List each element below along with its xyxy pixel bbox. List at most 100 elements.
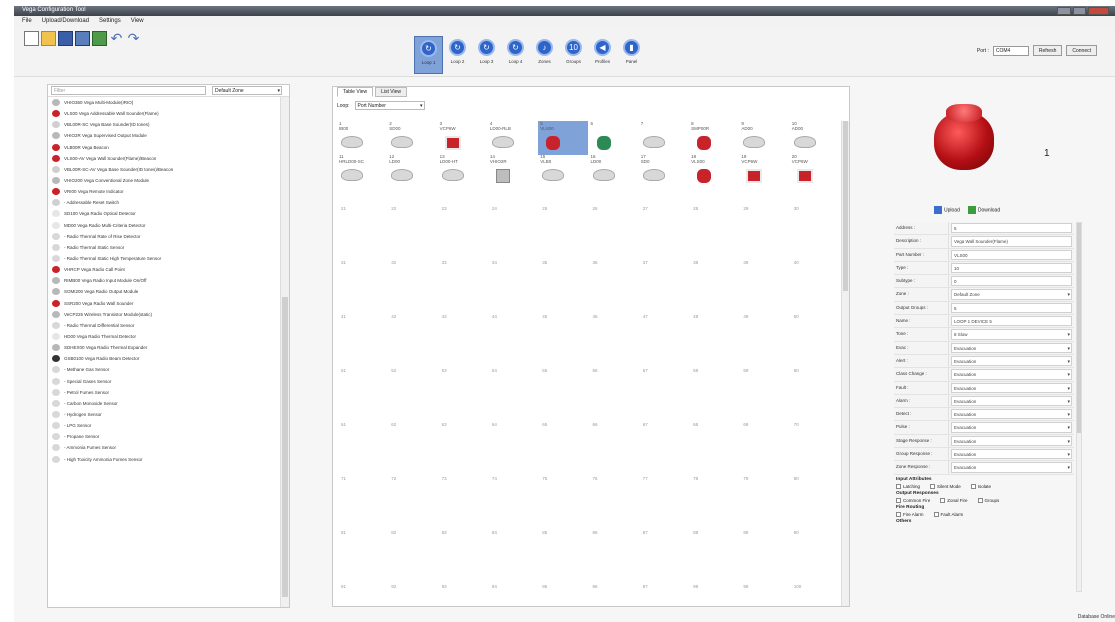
property-value[interactable]: Evacuation: [951, 422, 1072, 434]
checkbox-option[interactable]: Latching: [896, 483, 920, 489]
device-list-item[interactable]: MD00 Vega Radio Multi-Criteria Detector: [48, 220, 280, 231]
empty-slot-address[interactable]: 83: [442, 530, 447, 535]
property-value[interactable]: Evacuation: [951, 342, 1072, 354]
empty-slot-address[interactable]: 94: [492, 584, 497, 589]
empty-slot-address[interactable]: 48: [693, 314, 698, 319]
library-scrollbar[interactable]: [280, 97, 289, 607]
loop-button-7[interactable]: ◀ Profiles: [588, 36, 617, 74]
property-value[interactable]: Evacuation: [951, 382, 1072, 394]
checkbox[interactable]: [896, 497, 901, 503]
device-list-item[interactable]: - Radio Thermal Static Sensor: [48, 242, 280, 253]
empty-slot-address[interactable]: 81: [341, 530, 346, 535]
loop-button-6[interactable]: 10 Groups: [559, 36, 588, 74]
empty-slot-address[interactable]: 98: [693, 584, 698, 589]
filter-input[interactable]: Filter: [51, 86, 206, 95]
device-slot[interactable]: 1 IB00: [337, 121, 387, 155]
empty-slot-address[interactable]: 69: [743, 422, 748, 427]
empty-slot-address[interactable]: 66: [593, 422, 598, 427]
device-slot[interactable]: 13 LD00-HT: [438, 154, 488, 188]
property-value[interactable]: 0: [951, 276, 1072, 287]
device-slot[interactable]: 18 VLS00: [689, 154, 739, 188]
checkbox[interactable]: [970, 483, 976, 489]
checkbox[interactable]: [940, 497, 946, 503]
empty-slot-address[interactable]: 50: [794, 314, 799, 319]
empty-slot-address[interactable]: 90: [794, 530, 799, 535]
device-list-item[interactable]: VHIO360 Vega Multi-Module(IRIO): [48, 97, 280, 108]
empty-slot-address[interactable]: 60: [794, 368, 799, 373]
checkbox-option[interactable]: Silent Mode: [930, 483, 961, 489]
device-list-item[interactable]: - Radio Thermal Differential Sensor: [48, 320, 280, 331]
undo-icon[interactable]: ↶: [109, 31, 124, 46]
empty-slot-address[interactable]: 46: [593, 314, 598, 319]
device-slot[interactable]: 6: [589, 121, 639, 155]
empty-slot-address[interactable]: 23: [442, 206, 447, 211]
empty-slot-address[interactable]: 97: [643, 584, 648, 589]
empty-slot-address[interactable]: 57: [643, 368, 648, 373]
upload-button[interactable]: Upload: [934, 206, 960, 214]
device-list-item[interactable]: - High Toxicity Ammonia Fumes Sensor: [48, 454, 280, 465]
empty-slot-address[interactable]: 80: [794, 476, 799, 481]
menu-upload-download[interactable]: Upload/Download: [42, 16, 89, 27]
device-list-item[interactable]: RIMB00 Vega Radio Input Module On/Off: [48, 275, 280, 286]
loop-button-5[interactable]: ♪ Zones: [530, 36, 559, 74]
empty-slot-address[interactable]: 41: [341, 314, 346, 319]
property-value[interactable]: Evacuation: [951, 435, 1072, 447]
empty-slot-address[interactable]: 71: [341, 476, 346, 481]
property-value[interactable]: 10: [951, 262, 1072, 274]
empty-slot-address[interactable]: 93: [442, 584, 447, 589]
device-list-item[interactable]: VLB00R Vega Beacon: [48, 142, 280, 153]
empty-slot-address[interactable]: 62: [391, 422, 396, 427]
download-button[interactable]: Download: [967, 206, 1000, 214]
checkbox-option[interactable]: Common Fire: [896, 497, 930, 503]
empty-slot-address[interactable]: 91: [341, 584, 346, 589]
empty-slot-address[interactable]: 34: [492, 260, 497, 265]
device-list-item[interactable]: VBL00R-SC Vega Base Sounder(ID tones): [48, 119, 280, 130]
empty-slot-address[interactable]: 21: [341, 206, 346, 211]
loop-button-4[interactable]: ↻ Loop 4: [501, 36, 530, 74]
property-value[interactable]: Evacuation: [951, 395, 1072, 407]
property-value[interactable]: 8 Slow: [951, 329, 1072, 341]
empty-slot-address[interactable]: 38: [693, 260, 698, 265]
empty-slot-address[interactable]: 56: [593, 368, 598, 373]
loop-select[interactable]: Port Number: [354, 101, 425, 110]
empty-slot-address[interactable]: 24: [492, 206, 497, 211]
empty-slot-address[interactable]: 63: [442, 422, 447, 427]
device-slot[interactable]: 5 VLS00: [538, 121, 589, 155]
empty-slot-address[interactable]: 72: [391, 476, 396, 481]
empty-slot-address[interactable]: 85: [542, 530, 547, 535]
empty-slot-address[interactable]: 95: [542, 584, 547, 589]
empty-slot-address[interactable]: 82: [391, 530, 396, 535]
save-icon[interactable]: [58, 31, 73, 46]
empty-slot-address[interactable]: 42: [391, 314, 396, 319]
checkbox-option[interactable]: Zonal Fire: [940, 497, 968, 503]
checkbox-option[interactable]: Groups: [977, 497, 999, 503]
empty-slot-address[interactable]: 54: [492, 368, 497, 373]
device-slot[interactable]: 8 SMP00R: [689, 121, 739, 155]
empty-slot-address[interactable]: 30: [794, 206, 799, 211]
empty-slot-address[interactable]: 65: [542, 422, 547, 427]
device-slot[interactable]: 12 LD00: [387, 154, 437, 188]
device-list-item[interactable]: - Carbon Monoxide Sensor: [48, 398, 280, 409]
device-slot[interactable]: 2 SD00: [387, 121, 437, 155]
device-slot[interactable]: 3 VCP6W: [438, 121, 488, 155]
empty-slot-address[interactable]: 75: [542, 476, 547, 481]
checkbox[interactable]: [896, 483, 901, 489]
export-icon[interactable]: [92, 31, 107, 46]
device-slot[interactable]: 15 VLB0: [538, 154, 588, 188]
device-list-item[interactable]: SD100 Vega Radio Optical Detector: [48, 208, 280, 219]
redo-icon[interactable]: ↷: [126, 31, 141, 46]
empty-slot-address[interactable]: 79: [743, 476, 748, 481]
device-list-item[interactable]: VRI00 Vega Remote Indicator: [48, 186, 280, 197]
empty-slot-address[interactable]: 27: [643, 206, 648, 211]
device-slot[interactable]: 10 AD00: [790, 121, 840, 155]
refresh-button[interactable]: Refresh: [1032, 45, 1063, 56]
device-slot[interactable]: 14 VHIO2R: [488, 154, 538, 188]
checkbox-option[interactable]: Fire Alarm: [896, 511, 924, 517]
empty-slot-address[interactable]: 31: [341, 260, 346, 265]
empty-slot-address[interactable]: 88: [693, 530, 698, 535]
empty-slot-address[interactable]: 58: [693, 368, 698, 373]
empty-slot-address[interactable]: 51: [341, 368, 346, 373]
empty-slot-address[interactable]: 67: [643, 422, 648, 427]
device-list-item[interactable]: VLS00 Vega Addressable Wall Sounder(Flam…: [48, 108, 280, 119]
device-list-item[interactable]: - Propane Sensor: [48, 431, 280, 442]
